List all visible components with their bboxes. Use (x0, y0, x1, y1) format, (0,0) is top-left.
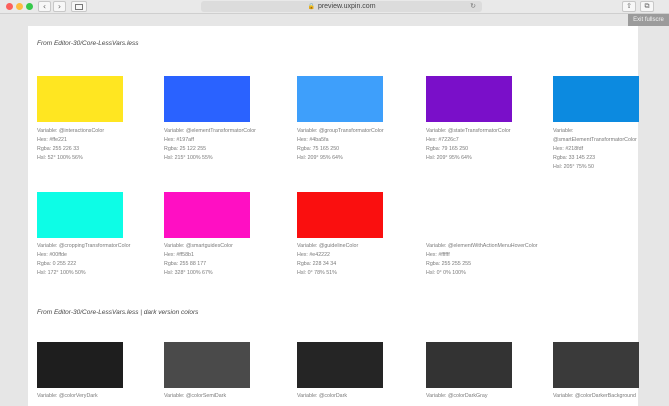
chevron-right-icon: › (57, 2, 62, 11)
color-swatch (297, 76, 383, 122)
color-info: Variable: @colorVeryDark (37, 392, 98, 401)
color-info-line: Variable: @colorDark (297, 393, 348, 399)
color-info: Variable: @elementTransformatorColor Hex:… (164, 127, 256, 163)
color-info-line: Hsl: 215° 100% 55% (164, 155, 213, 161)
color-info-line: Variable: @colorDarkerBackground (553, 393, 637, 399)
color-info-line: Hsl: 209° 95% 64% (297, 155, 343, 161)
color-info-line: Rgba: 75 165 250 (297, 146, 340, 152)
fullscreen-window-button[interactable] (26, 3, 33, 10)
color-info-line: Variable: @guidelineColor (297, 243, 359, 249)
color-swatch (164, 192, 250, 238)
color-swatch (37, 192, 123, 238)
exit-fullscreen-button[interactable]: Exit fullscre (628, 14, 669, 26)
style-guide-page: From Editor-30/Core-LessVars.less Variab… (28, 26, 639, 406)
color-swatch (37, 76, 123, 122)
color-info-line: @smartElementTransformatorColor (553, 137, 637, 143)
lock-icon: 🔒 (307, 3, 315, 10)
color-info-line: Hex: #ffe221 (37, 137, 67, 143)
color-info: Variable: @colorDarkerBackground (553, 392, 636, 401)
color-info-line: Hex: #ff58b1 (164, 252, 194, 258)
color-info-line: Rgba: 79 165 250 (426, 146, 469, 152)
color-swatch (553, 342, 639, 388)
color-info: Variable: @smartguidesColor Hex: #ff58b1 R… (164, 242, 233, 278)
color-info-line: Hex: #00ffde (37, 252, 67, 258)
color-info-line: Rgba: 228 34 34 (297, 261, 337, 267)
color-info-line: Variable: @colorDarkGray (426, 393, 488, 399)
color-info-line: Rgba: 33 145 223 (553, 155, 596, 161)
color-info: Variable: @interactionsColor Hex: #ffe221… (37, 127, 104, 163)
color-info-line: Hex: #4ba5fa (297, 137, 329, 143)
color-swatch (164, 342, 250, 388)
color-info: Variable: @croppingTransformatorColor Hex… (37, 242, 130, 278)
color-info: Variable: @colorDark (297, 392, 347, 401)
sidebar-toggle-button[interactable] (71, 1, 87, 12)
color-info-line: Rgba: 255 88 177 (164, 261, 207, 267)
tab-overview-button[interactable]: ⧉ (640, 1, 654, 12)
color-info-line: Hsl: 52° 100% 56% (37, 155, 83, 161)
color-info-line: Hex: #ffffff (426, 252, 450, 258)
color-swatch (297, 192, 383, 238)
color-swatch (426, 76, 512, 122)
address-bar[interactable]: 🔒 preview.uxpin.com ↻ (201, 1, 482, 12)
color-info-line: Variable: @croppingTransformatorColor (37, 243, 131, 249)
forward-button[interactable]: › (53, 1, 66, 12)
color-info-line: Hsl: 172° 100% 50% (37, 270, 86, 276)
color-info: Variable: @colorSemiDark (164, 392, 226, 401)
color-info-line: Rgba: 255 255 255 (426, 261, 472, 267)
color-swatch (553, 76, 639, 122)
close-window-button[interactable] (6, 3, 13, 10)
section-title: From Editor-30/Core-LessVars.less (37, 40, 139, 47)
color-info: Variable: @groupTransformatorColor Hex: #… (297, 127, 384, 163)
color-info-line: Variable: @elementTransformatorColor (164, 128, 256, 134)
color-info-line: Variable: @colorSemiDark (164, 393, 227, 399)
back-button[interactable]: ‹ (38, 1, 51, 12)
color-info-line: Hex: #197aff (164, 137, 194, 143)
color-info-line: Hsl: 209° 95% 64% (426, 155, 472, 161)
color-info-line: Variable: @stateTransformatorColor (426, 128, 511, 134)
color-info: Variable: @colorDarkGray (426, 392, 488, 401)
color-info-line: Hsl: 0° 0% 100% (426, 270, 466, 276)
color-info: Variable: @stateTransformatorColor Hex: #… (426, 127, 511, 163)
color-info-line: Hsl: 328° 100% 67% (164, 270, 213, 276)
color-info: Variable: @smartElementTransformatorColor… (553, 127, 637, 172)
color-info-line: Hex: #7226c7 (426, 137, 459, 143)
color-info-line: Variable: @colorVeryDark (37, 393, 98, 399)
color-swatch (297, 342, 383, 388)
tabs-icon: ⧉ (644, 2, 650, 10)
color-info-line: Hsl: 0° 78% 51% (297, 270, 337, 276)
color-info-line: Hex: #218fdf (553, 146, 584, 152)
color-info: Variable: @elementWithActionMenuHoverCol… (426, 242, 538, 278)
color-info: Variable: @guidelineColor Hex: #e42222 Rgb… (297, 242, 358, 278)
color-info-line: Variable: @interactionsColor (37, 128, 105, 134)
reload-icon[interactable]: ↻ (470, 1, 476, 12)
section-title-dark: From Editor-30/Core-LessVars.less | dark… (37, 309, 199, 316)
color-info-line: Hex: #e42222 (297, 252, 330, 258)
share-icon: ⇧ (626, 2, 632, 10)
minimize-window-button[interactable] (16, 3, 23, 10)
color-info-line: Variable: @smartguidesColor (164, 243, 233, 249)
share-button[interactable]: ⇧ (622, 1, 636, 12)
color-info-line: Variable: @groupTransformatorColor (297, 128, 384, 134)
color-info-line: Hsl: 205° 75% 50 (553, 164, 594, 170)
color-swatch (426, 342, 512, 388)
color-info-line: Rgba: 255 226 33 (37, 146, 80, 152)
color-info-line: Variable: @elementWithActionMenuHoverCol… (426, 243, 538, 249)
color-swatch (164, 76, 250, 122)
color-info-line: Rgba: 25 122 255 (164, 146, 207, 152)
color-info-line: Variable: (553, 128, 574, 134)
sidebar-icon (75, 4, 83, 10)
color-swatch (37, 342, 123, 388)
color-info-line: Rgba: 0 255 222 (37, 261, 77, 267)
url-text: preview.uxpin.com (317, 3, 376, 10)
chevron-left-icon: ‹ (42, 2, 47, 11)
browser-toolbar: ‹ › 🔒 preview.uxpin.com ↻ ⇧ ⧉ (0, 0, 669, 14)
